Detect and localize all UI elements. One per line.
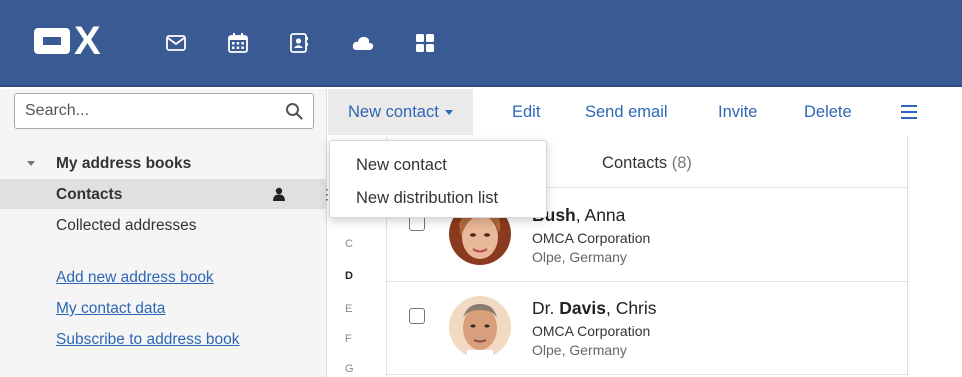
sidebar: My address books Contacts ⋮ Collected ad…	[0, 89, 334, 377]
calendar-icon[interactable]	[227, 32, 249, 54]
folder-contacts[interactable]: Contacts ⋮	[0, 179, 334, 209]
ox-logo[interactable]: X	[34, 19, 114, 63]
add-address-book-link[interactable]: Add new address book	[56, 269, 214, 287]
contact-location: Olpe, Germany	[532, 249, 627, 265]
my-contact-data-link[interactable]: My contact data	[56, 300, 165, 318]
address-book-icon[interactable]	[288, 32, 310, 54]
menu-item-new-contact[interactable]: New contact	[356, 156, 447, 175]
folder-label: Collected addresses	[56, 217, 197, 234]
contact-name: Dr. Davis, Chris	[532, 298, 657, 318]
folder-collected-addresses[interactable]: Collected addresses	[0, 210, 327, 240]
folder-label: Contacts	[56, 186, 123, 203]
contact-company: OMCA Corporation	[532, 323, 651, 339]
collapse-caret-icon[interactable]	[27, 161, 35, 166]
contact-last-name: Davis	[559, 298, 606, 318]
menu-item-new-distribution-list[interactable]: New distribution list	[356, 189, 498, 208]
subscribe-address-book-link[interactable]: Subscribe to address book	[56, 331, 240, 349]
search-input[interactable]	[15, 94, 255, 128]
contact-location: Olpe, Germany	[532, 342, 627, 358]
row-checkbox[interactable]	[409, 308, 425, 324]
index-letter-c[interactable]: C	[345, 238, 353, 250]
my-address-books-header[interactable]: My address books	[0, 151, 327, 177]
index-letter-e[interactable]: E	[345, 303, 352, 315]
contact-first-name: Chris	[615, 298, 657, 318]
index-letter-d[interactable]: D	[345, 270, 353, 282]
cloud-icon[interactable]	[352, 32, 374, 54]
contact-company: OMCA Corporation	[532, 230, 651, 246]
new-contact-label: New contact	[348, 103, 439, 121]
chevron-down-icon	[444, 110, 453, 116]
contact-first-name: Anna	[584, 205, 626, 225]
index-letter-f[interactable]: F	[345, 333, 352, 345]
invite-button[interactable]: Invite	[718, 89, 757, 135]
list-count: (8)	[671, 154, 692, 172]
person-icon	[273, 187, 285, 206]
list-title: Contacts	[602, 154, 668, 172]
edit-button[interactable]: Edit	[512, 89, 540, 135]
contact-row[interactable]: Dr. Davis, Chris OMCA Corporation Olpe, …	[387, 282, 907, 375]
index-letter-g[interactable]: G	[345, 363, 354, 375]
delete-button[interactable]: Delete	[804, 89, 852, 135]
top-bar: X	[0, 0, 962, 87]
portal-grid-icon[interactable]	[414, 32, 436, 54]
section-title: My address books	[56, 155, 192, 172]
toolbar: New contact Edit Send email Invite Delet…	[328, 89, 962, 137]
logo-o-shape	[34, 28, 70, 54]
more-menu-icon[interactable]	[901, 105, 917, 119]
send-email-button[interactable]: Send email	[585, 89, 668, 135]
search-box[interactable]	[14, 93, 314, 129]
new-contact-dropdown: New contact New distribution list	[329, 140, 547, 218]
search-icon[interactable]	[285, 102, 303, 125]
avatar	[449, 296, 511, 358]
new-contact-button[interactable]: New contact	[328, 89, 473, 135]
mail-icon[interactable]	[165, 32, 187, 54]
contact-prefix: Dr.	[532, 298, 555, 318]
logo-x-glyph: X	[74, 19, 101, 63]
